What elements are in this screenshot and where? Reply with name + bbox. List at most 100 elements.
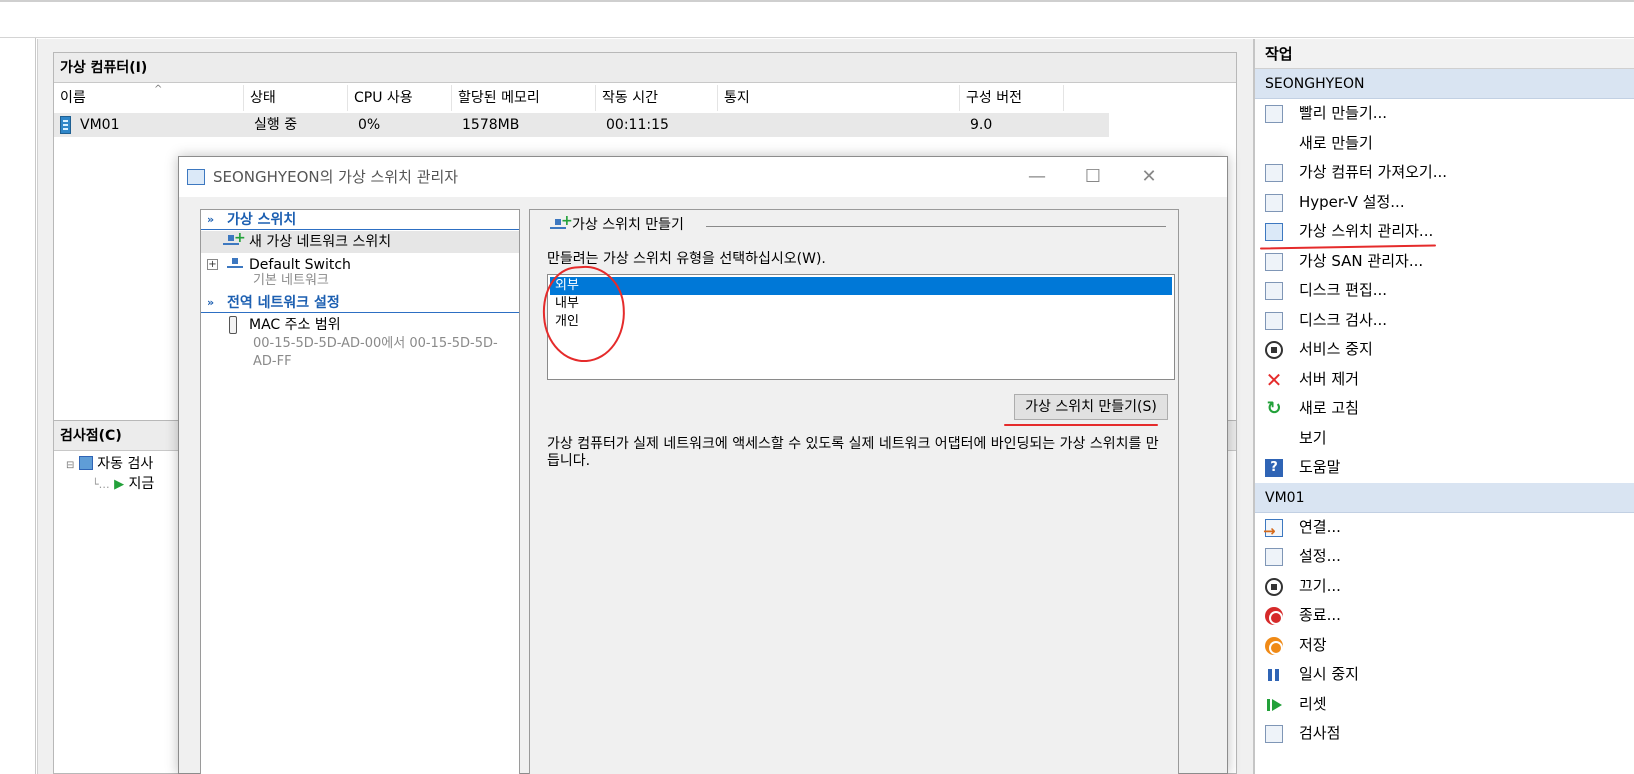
action-connect[interactable]: 연결...: [1255, 513, 1634, 547]
action-inspect-disk[interactable]: 디스크 검사...: [1255, 306, 1634, 336]
save-icon: [1265, 636, 1283, 655]
action-save[interactable]: 저장: [1255, 631, 1634, 661]
collapse-icon: ⊟: [66, 460, 75, 471]
section-host[interactable]: SEONGHYEON: [1255, 69, 1634, 99]
action-virtual-switch-manager[interactable]: 가상 스위치 관리자...: [1255, 217, 1634, 247]
stop-service-icon: [1265, 341, 1283, 359]
virtual-switch-icon: [1265, 223, 1283, 241]
nav-default-switch[interactable]: + Default Switch: [205, 254, 505, 276]
switch-type-external[interactable]: 외부: [550, 277, 1172, 295]
top-toolbar: [0, 0, 1634, 38]
column-version[interactable]: 구성 버전: [960, 85, 1064, 111]
action-edit-disk[interactable]: 디스크 편집...: [1255, 276, 1634, 306]
quick-create-icon: [1265, 105, 1283, 123]
switch-type-description: 가상 컴퓨터가 실제 네트워크에 액세스할 수 있도록 실제 네트워크 어댑터에…: [547, 436, 1159, 469]
virtual-switch-icon: [187, 169, 205, 185]
default-switch-subtitle: 기본 네트워크: [253, 273, 329, 288]
action-help[interactable]: ? 도움말: [1255, 453, 1634, 483]
action-stop-service[interactable]: 서비스 중지: [1255, 335, 1634, 365]
vm-notice: [722, 113, 728, 137]
actions-title: 작업: [1255, 39, 1634, 69]
action-virtual-san-manager[interactable]: 가상 SAN 관리자...: [1255, 247, 1634, 277]
action-import-vm[interactable]: 가상 컴퓨터 가져오기...: [1255, 158, 1634, 188]
shutdown-icon: [1265, 607, 1283, 625]
minimize-button[interactable]: —: [1009, 157, 1065, 197]
collapse-chevron-icon: »: [207, 213, 215, 226]
switch-content-pane: + 가상 스위치 만들기 만들려는 가상 스위치 유형을 선택하십시오(W). …: [529, 209, 1179, 774]
action-turn-off[interactable]: 끄기...: [1255, 572, 1634, 602]
checkpoint-item-auto[interactable]: ⊟ 자동 검사: [66, 453, 153, 475]
expand-icon[interactable]: +: [207, 259, 218, 270]
action-refresh[interactable]: ↻ 새로 고침: [1255, 394, 1634, 424]
maximize-button[interactable]: ☐: [1065, 157, 1121, 197]
column-cpu[interactable]: CPU 사용: [348, 85, 452, 111]
switch-type-internal[interactable]: 내부: [550, 295, 1172, 313]
turn-off-icon: [1265, 577, 1283, 596]
column-notice[interactable]: 통지: [718, 85, 960, 111]
refresh-icon: ↻: [1266, 398, 1282, 419]
vm-row[interactable]: VM01 실행 중 0% 1578MB 00:11:15 9.0: [54, 113, 1109, 137]
column-status[interactable]: 상태: [244, 85, 348, 111]
actions-panel: 작업 SEONGHYEON 빨리 만들기... 새로 만들기 가상 컴퓨터 가져…: [1253, 39, 1634, 774]
create-virtual-switch-button[interactable]: 가상 스위치 만들기(S): [1014, 394, 1168, 420]
action-hyperv-settings[interactable]: Hyper-V 설정...: [1255, 188, 1634, 218]
hyperv-settings-icon: [1265, 193, 1283, 212]
action-shutdown[interactable]: 종료...: [1255, 601, 1634, 631]
inspect-disk-icon: [1265, 311, 1283, 330]
import-vm-icon: [1265, 164, 1283, 182]
column-name[interactable]: 이름 ^: [54, 84, 244, 111]
column-uptime[interactable]: 작동 시간: [596, 85, 718, 111]
play-icon: ▶: [114, 477, 125, 492]
settings-icon: [1265, 548, 1283, 566]
action-reset[interactable]: 리셋: [1255, 690, 1634, 720]
action-pause[interactable]: 일시 중지: [1255, 660, 1634, 690]
mac-range-value: 00-15-5D-5D-AD-00에서 00-15-5D-5D-AD-FF: [253, 336, 498, 369]
column-memory[interactable]: 할당된 메모리: [452, 85, 596, 111]
dialog-titlebar[interactable]: SEONGHYEON의 가상 스위치 관리자 — ☐ ✕: [179, 157, 1227, 197]
vm-panel-title: 가상 컴퓨터(I): [54, 53, 1236, 83]
vm-version: 9.0: [970, 117, 993, 133]
sort-caret-icon: ^: [154, 84, 163, 95]
nav-new-virtual-switch[interactable]: + 새 가상 네트워크 스위치: [201, 230, 519, 253]
collapse-chevron-icon: »: [207, 296, 215, 309]
nav-section-global-settings[interactable]: » 전역 네트워크 설정: [201, 293, 519, 313]
switch-nav-pane: » 가상 스위치 + 새 가상 네트워크 스위치 + Default Switch…: [200, 209, 520, 774]
action-remove-server[interactable]: ✕ 서버 제거: [1255, 365, 1634, 395]
annotation-underline-create: [1004, 424, 1158, 426]
action-new[interactable]: 새로 만들기: [1255, 129, 1634, 159]
edit-disk-icon: [1265, 282, 1283, 300]
switch-type-private[interactable]: 개인: [550, 313, 1172, 331]
vm-uptime: 00:11:15: [606, 117, 669, 133]
switch-type-list[interactable]: 외부 내부 개인: [547, 274, 1175, 380]
action-view[interactable]: 보기: [1255, 424, 1634, 454]
add-icon: +: [234, 230, 246, 246]
help-icon: ?: [1265, 459, 1283, 477]
action-settings[interactable]: 설정...: [1255, 542, 1634, 572]
nav-mac-range[interactable]: MAC 주소 범위: [201, 314, 519, 336]
remove-server-icon: ✕: [1265, 367, 1283, 392]
vm-memory: 1578MB: [462, 117, 520, 133]
pause-icon: [1265, 666, 1283, 684]
virtual-san-icon: [1265, 252, 1283, 271]
connect-icon: [1263, 517, 1283, 546]
vm-name: VM01: [80, 117, 120, 133]
nav-section-virtual-switches[interactable]: » 가상 스위치: [201, 210, 519, 230]
console-tree-pane: [0, 38, 36, 774]
create-switch-group-title: + 가상 스위치 만들기: [544, 213, 684, 235]
reset-icon: [1265, 696, 1283, 714]
vm-icon: [60, 116, 71, 134]
mac-address-icon: [229, 316, 237, 334]
checkpoint-item-now[interactable]: └… ▶ 지금: [92, 473, 154, 495]
group-divider: [706, 226, 1166, 227]
network-switch-icon: [227, 258, 243, 272]
virtual-switch-manager-dialog: SEONGHYEON의 가상 스위치 관리자 — ☐ ✕ » 가상 스위치 + 새…: [178, 156, 1228, 774]
vm-cpu: 0%: [358, 117, 381, 133]
vm-status: 실행 중: [254, 117, 298, 133]
add-icon: +: [561, 213, 573, 229]
action-quick-create[interactable]: 빨리 만들기...: [1255, 99, 1634, 129]
action-checkpoint[interactable]: 검사점: [1255, 719, 1634, 749]
section-vm[interactable]: VM01: [1255, 482, 1634, 513]
tree-connector: └…: [92, 478, 110, 491]
dialog-title: SEONGHYEON의 가상 스위치 관리자: [213, 168, 459, 186]
close-button[interactable]: ✕: [1121, 157, 1177, 197]
